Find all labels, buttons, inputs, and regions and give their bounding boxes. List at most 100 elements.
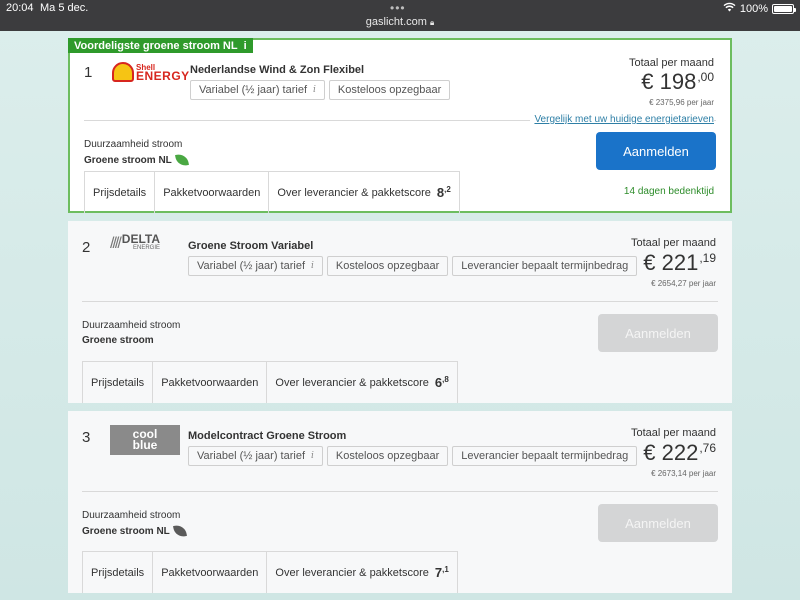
tab-supplier-score[interactable]: Over leverancier & pakketscore 7,1 — [266, 551, 458, 593]
monthly-price: € 198,00 — [641, 69, 714, 95]
delta-arcs-icon: //// — [110, 235, 122, 252]
package-tags: Variabel (½ jaar) tarief i Kosteloos opze… — [190, 80, 451, 100]
offer-rank: 2 — [82, 239, 91, 256]
sustainability-label: Duurzaamheid stroom — [82, 320, 181, 331]
coolblue-logo: cool blue — [110, 425, 180, 455]
signup-button-disabled[interactable]: Aanmelden — [598, 504, 718, 542]
offer-card-1: 1 Shell ENERGY Nederlandse Wind & Zon Fl… — [68, 38, 732, 213]
wifi-icon — [723, 2, 736, 15]
offer-rank: 3 — [82, 429, 91, 446]
score-decimal: ,2 — [444, 185, 451, 194]
price-label: Totaal per maand — [631, 427, 716, 439]
offer-card-2: 2 //// DELTA ENERGIE Groene Stroom Varia… — [68, 221, 732, 403]
tab-package-terms[interactable]: Pakketvoorwaarden — [152, 551, 268, 593]
tab-package-terms[interactable]: Pakketvoorwaarden — [154, 171, 270, 213]
tag-label: Leverancier bepaalt termijnbedrag — [461, 450, 629, 462]
price-main: € 198 — [641, 69, 697, 94]
tab-label: Over leverancier & pakketscore — [275, 566, 429, 579]
price-label: Totaal per maand — [629, 57, 714, 69]
score-decimal: ,8 — [442, 375, 449, 384]
divider — [82, 301, 718, 302]
package-name: Modelcontract Groene Stroom — [188, 430, 347, 442]
battery-percent: 100% — [739, 2, 768, 15]
logo-text-top: DELTA — [121, 232, 160, 246]
tab-supplier-score[interactable]: Over leverancier & pakketscore 6,8 — [266, 361, 458, 403]
sustainability-value: Groene stroom NL — [84, 153, 189, 167]
yearly-price: € 2654,27 per jaar — [651, 279, 716, 288]
grey-leaf-icon — [172, 524, 187, 538]
offer-rank: 1 — [84, 64, 93, 81]
tag-label: Kosteloos opzegbaar — [337, 84, 442, 96]
offer-tabs: Prijsdetails Pakketvoorwaarden Over leve… — [82, 551, 458, 593]
shell-energy-logo: Shell ENERGY — [112, 62, 190, 82]
price-main: € 221 — [643, 250, 699, 275]
tag-cancel: Kosteloos opzegbaar — [326, 256, 449, 276]
sustainability-text: Groene stroom NL — [82, 525, 170, 537]
package-name: Nederlandse Wind & Zon Flexibel — [190, 64, 365, 76]
sustainability-label: Duurzaamheid stroom — [82, 510, 181, 521]
tab-dots-icon[interactable]: ••• — [390, 1, 406, 15]
status-date: Ma 5 dec. — [40, 2, 89, 14]
tag-tariff[interactable]: Variabel (½ jaar) tarief i — [190, 80, 325, 100]
price-cents: ,19 — [699, 251, 716, 265]
shell-icon — [112, 62, 134, 82]
url-text: gaslicht.com — [365, 16, 427, 28]
package-score: 8,2 — [437, 185, 451, 200]
tab-label: Over leverancier & pakketscore — [277, 186, 431, 199]
sustainability-text: Groene stroom — [82, 335, 154, 346]
tag-cancel: Kosteloos opzegbaar — [326, 446, 449, 466]
price-label: Totaal per maand — [631, 237, 716, 249]
monthly-price: € 221,19 — [643, 250, 716, 276]
tag-label: Kosteloos opzegbaar — [335, 260, 440, 272]
compare-link[interactable]: Vergelijk met uw huidige energietarieven — [530, 114, 714, 125]
tab-package-terms[interactable]: Pakketvoorwaarden — [152, 361, 268, 403]
info-icon[interactable]: i — [244, 40, 247, 52]
tab-supplier-score[interactable]: Over leverancier & pakketscore 8,2 — [268, 171, 460, 213]
logo-text-bottom: ENERGY — [136, 69, 190, 83]
yearly-price: € 2375,96 per jaar — [649, 98, 714, 107]
info-icon[interactable]: i — [311, 261, 314, 271]
info-icon[interactable]: i — [311, 451, 314, 461]
address-bar[interactable]: gaslicht.com 🔒︎ — [0, 16, 800, 28]
status-time: 20:04 — [6, 2, 34, 14]
tag-tariff[interactable]: Variabel (½ jaar) tarief i — [188, 256, 323, 276]
tag-label: Leverancier bepaalt termijnbedrag — [461, 260, 629, 272]
green-leaf-icon — [174, 153, 189, 167]
offer-tabs: Prijsdetails Pakketvoorwaarden Over leve… — [84, 171, 460, 213]
sustainability-value: Groene stroom — [82, 335, 154, 346]
offer-tabs: Prijsdetails Pakketvoorwaarden Over leve… — [82, 361, 458, 403]
tag-installment: Leverancier bepaalt termijnbedrag — [452, 256, 638, 276]
package-tags: Variabel (½ jaar) tarief i Kosteloos opze… — [188, 256, 638, 276]
tab-label: Over leverancier & pakketscore — [275, 376, 429, 389]
package-tags: Variabel (½ jaar) tarief i Kosteloos opze… — [188, 446, 638, 466]
price-cents: ,00 — [697, 70, 714, 84]
logo-text-bottom: blue — [132, 438, 158, 452]
package-score: 7,1 — [435, 565, 449, 580]
tag-cancel: Kosteloos opzegbaar — [328, 80, 451, 100]
tag-label: Variabel (½ jaar) tarief — [199, 84, 308, 96]
lock-icon: 🔒︎ — [429, 18, 435, 27]
battery-icon — [772, 3, 796, 14]
tab-price-details[interactable]: Prijsdetails — [84, 171, 156, 213]
status-right: 100% — [723, 2, 796, 15]
tag-label: Variabel (½ jaar) tarief — [197, 260, 306, 272]
package-name: Groene Stroom Variabel — [188, 240, 314, 252]
package-score: 6,8 — [435, 375, 449, 390]
price-cents: ,76 — [699, 441, 716, 455]
score-decimal: ,1 — [442, 565, 449, 574]
offer-card-3: 3 cool blue Modelcontract Groene Stroom … — [68, 411, 732, 593]
monthly-price: € 222,76 — [643, 440, 716, 466]
signup-button[interactable]: Aanmelden — [596, 132, 716, 170]
tab-price-details[interactable]: Prijsdetails — [82, 361, 154, 403]
tag-tariff[interactable]: Variabel (½ jaar) tarief i — [188, 446, 323, 466]
tag-installment: Leverancier bepaalt termijnbedrag — [452, 446, 638, 466]
best-offer-badge: Voordeligste groene stroom NL i — [68, 38, 253, 53]
delta-energie-logo: //// DELTA ENERGIE — [110, 232, 160, 253]
price-main: € 222 — [643, 440, 699, 465]
tag-label: Kosteloos opzegbaar — [335, 450, 440, 462]
yearly-price: € 2673,14 per jaar — [651, 469, 716, 478]
info-icon[interactable]: i — [313, 85, 316, 95]
sustainability-label: Duurzaamheid stroom — [84, 139, 183, 150]
signup-button-disabled[interactable]: Aanmelden — [598, 314, 718, 352]
tab-price-details[interactable]: Prijsdetails — [82, 551, 154, 593]
